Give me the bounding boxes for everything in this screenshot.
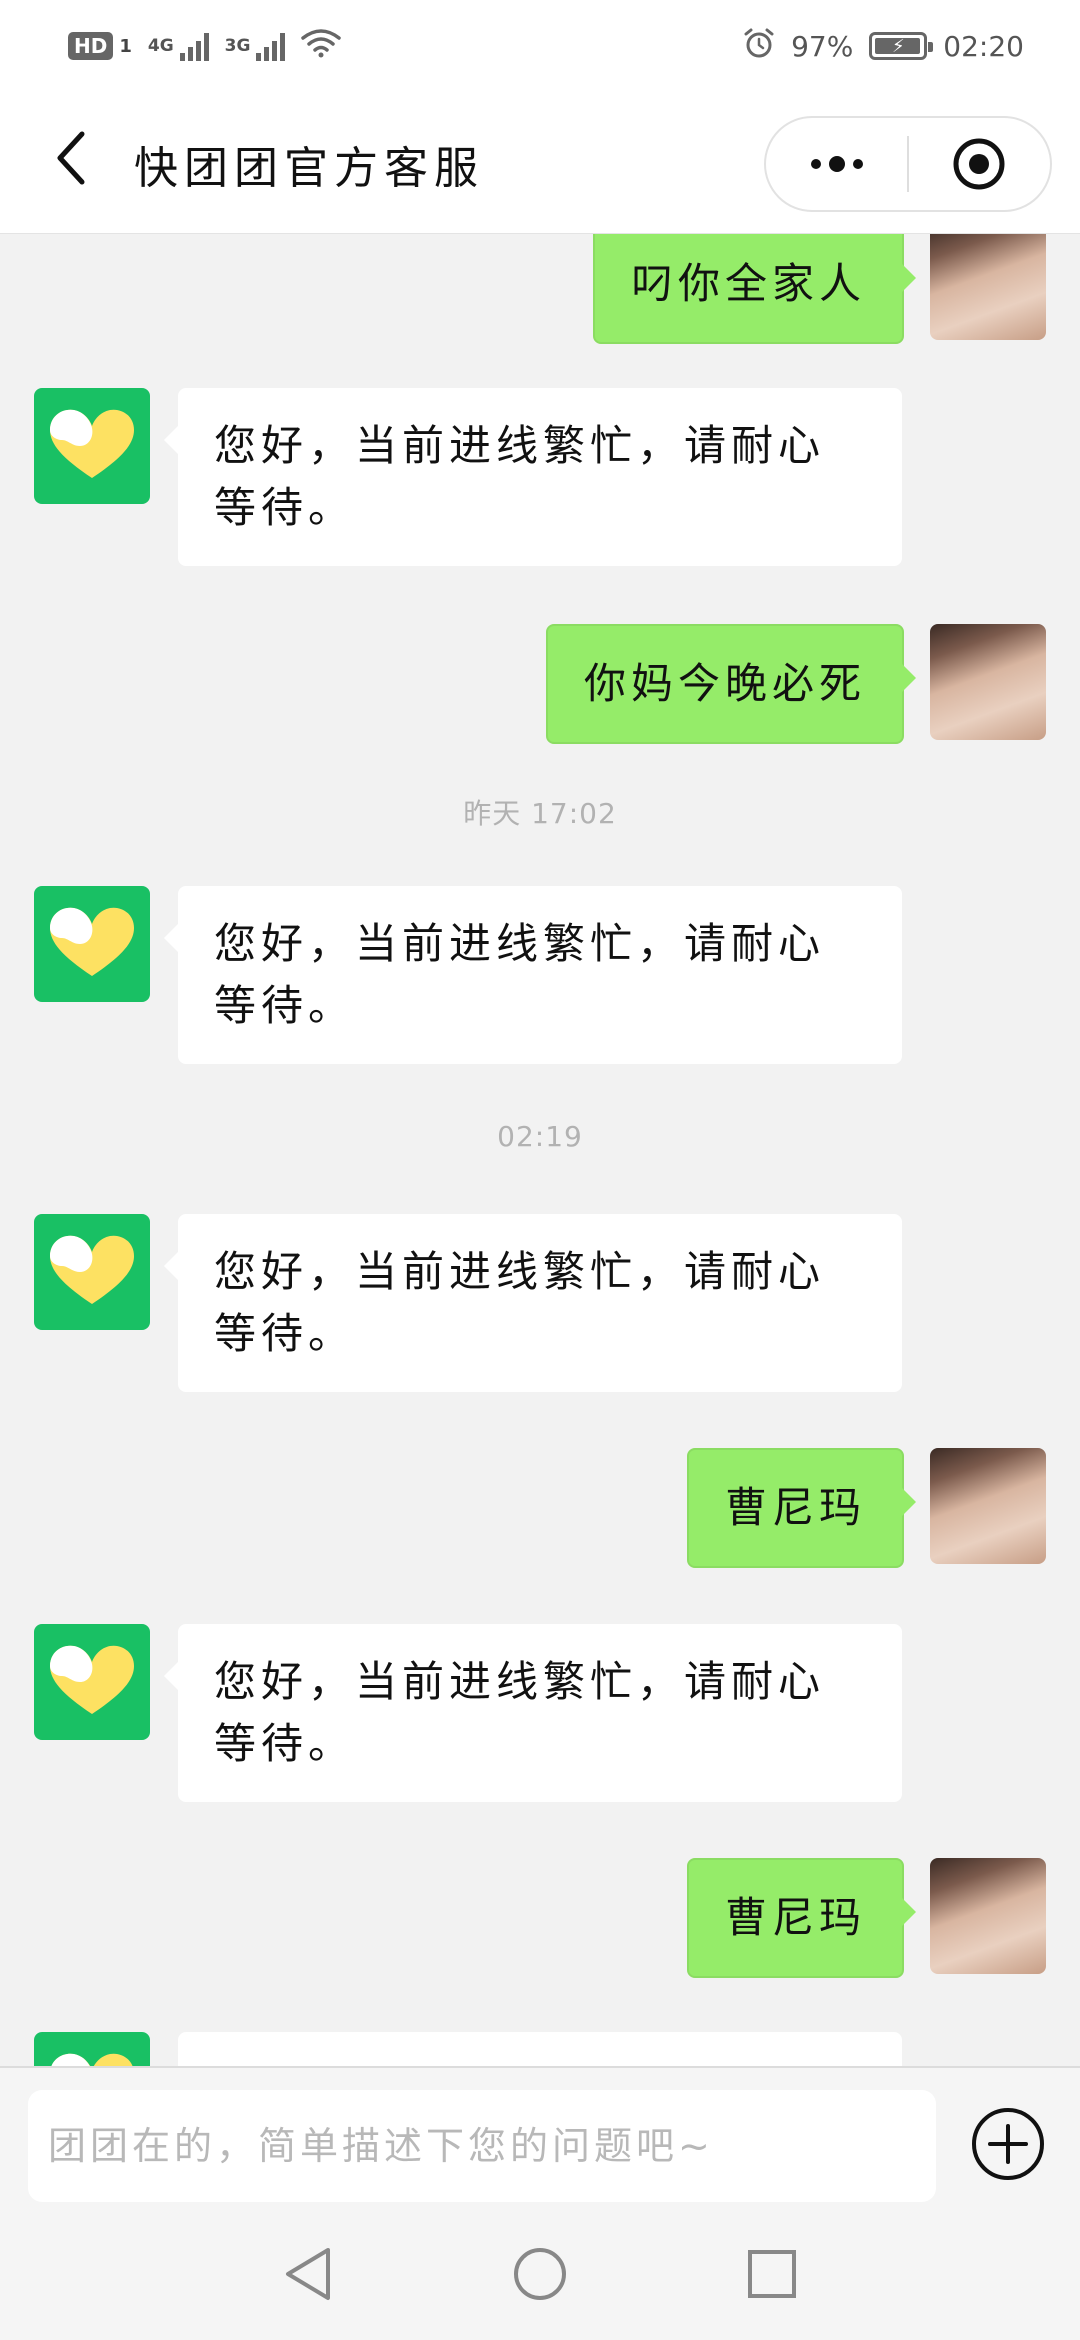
more-button[interactable] bbox=[766, 118, 907, 210]
close-target-icon bbox=[953, 138, 1005, 190]
bot-message-bubble[interactable]: 您好，当前进线繁忙，请耐心等待。 bbox=[164, 1624, 902, 1802]
user-message-bubble[interactable]: 曹尼玛 bbox=[686, 1858, 917, 1978]
status-bar: HD 1 4G 3G 97% ⚡ 02:20 bbox=[0, 0, 1080, 92]
signal-icon-2 bbox=[256, 31, 286, 61]
battery-icon: ⚡ bbox=[869, 32, 934, 60]
user-avatar[interactable] bbox=[930, 624, 1046, 740]
wifi-icon bbox=[301, 28, 342, 65]
time-divider: 昨天 17:02 bbox=[463, 797, 617, 830]
plus-circle-icon bbox=[972, 2108, 1044, 2180]
nav-home-icon bbox=[514, 2248, 566, 2300]
heart-logo-icon bbox=[50, 409, 134, 478]
network-type-4g: 4G bbox=[147, 36, 174, 56]
status-left: HD 1 4G 3G bbox=[68, 28, 342, 65]
back-arrow-icon bbox=[57, 131, 85, 185]
nav-home-button[interactable] bbox=[508, 2242, 572, 2306]
bot-message-bubble[interactable] bbox=[178, 2032, 902, 2066]
alarm-icon bbox=[743, 27, 775, 66]
more-dots-icon bbox=[810, 156, 863, 172]
nav-recents-icon bbox=[748, 2250, 796, 2298]
user-avatar[interactable] bbox=[930, 1858, 1046, 1974]
sim-slot-label: 1 bbox=[119, 35, 132, 57]
bot-message-bubble[interactable]: 您好，当前进线繁忙，请耐心等待。 bbox=[164, 388, 902, 566]
heart-logo-icon bbox=[50, 1235, 134, 1304]
header: 快团团官方客服 bbox=[0, 92, 1080, 234]
bot-avatar[interactable] bbox=[34, 1214, 150, 1330]
nav-back-button[interactable] bbox=[276, 2242, 340, 2306]
bot-avatar[interactable] bbox=[34, 388, 150, 504]
input-bar bbox=[0, 2066, 1080, 2208]
nav-back-icon bbox=[286, 2248, 330, 2300]
user-avatar[interactable] bbox=[930, 1448, 1046, 1564]
close-button[interactable] bbox=[909, 118, 1050, 210]
heart-logo-icon bbox=[50, 1645, 134, 1714]
network-type-3g: 3G bbox=[224, 36, 251, 56]
signal-icon bbox=[179, 31, 209, 61]
system-nav-bar bbox=[0, 2208, 1080, 2340]
heart-logo-icon bbox=[51, 2053, 133, 2066]
bot-avatar[interactable] bbox=[34, 886, 150, 1002]
bot-message-bubble[interactable]: 您好，当前进线繁忙，请耐心等待。 bbox=[164, 886, 902, 1064]
page-title: 快团团官方客服 bbox=[134, 143, 484, 194]
back-button[interactable] bbox=[40, 126, 104, 190]
user-message-bubble[interactable]: 曹尼玛 bbox=[686, 1448, 917, 1568]
hd-badge: HD bbox=[68, 32, 114, 60]
heart-logo-icon bbox=[50, 907, 134, 976]
bot-message-bubble[interactable]: 您好，当前进线繁忙，请耐心等待。 bbox=[164, 1214, 902, 1392]
bot-avatar[interactable] bbox=[34, 2032, 150, 2066]
more-actions-button[interactable] bbox=[970, 2106, 1046, 2182]
nav-recents-button[interactable] bbox=[740, 2242, 804, 2306]
time-divider: 02:19 bbox=[497, 1120, 583, 1153]
mini-program-capsule bbox=[764, 116, 1052, 212]
message-input[interactable] bbox=[28, 2090, 936, 2202]
status-right: 97% ⚡ 02:20 bbox=[743, 27, 1024, 66]
status-time: 02:20 bbox=[943, 29, 1024, 63]
user-message-bubble[interactable]: 叼你全家人 bbox=[592, 234, 917, 344]
bot-avatar[interactable] bbox=[34, 1624, 150, 1740]
chat-list[interactable]: 叼你全家人 您好，当前进线繁忙，请耐心等待。 你妈今晚必死 昨天 17:02 您… bbox=[0, 234, 1080, 2066]
battery-percent: 97% bbox=[791, 29, 854, 63]
user-avatar[interactable] bbox=[930, 234, 1046, 340]
user-message-bubble[interactable]: 你妈今晚必死 bbox=[545, 624, 917, 744]
